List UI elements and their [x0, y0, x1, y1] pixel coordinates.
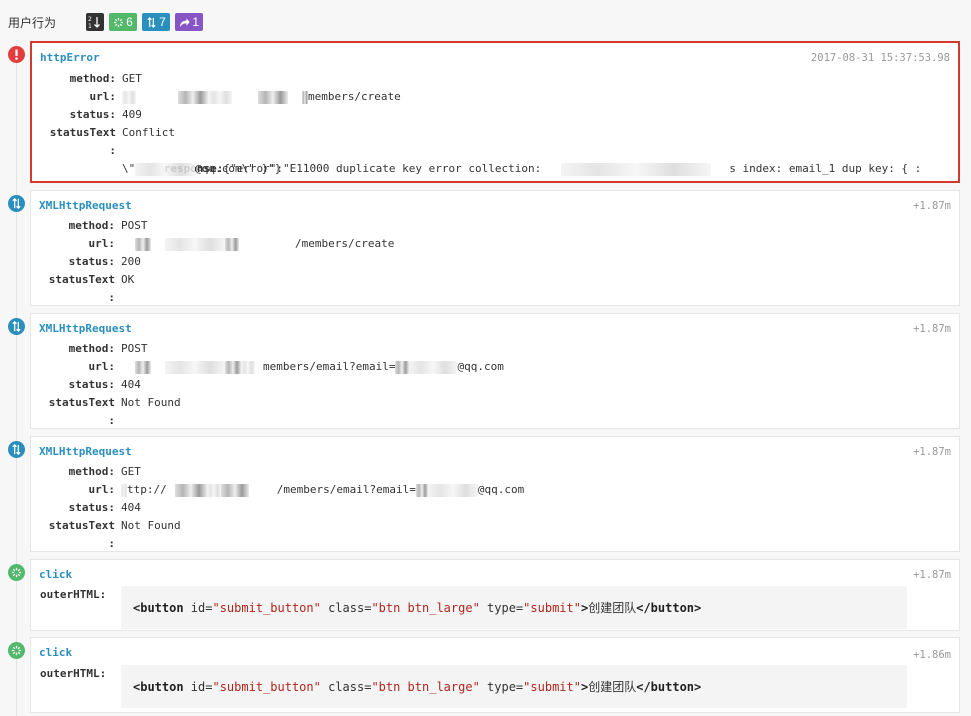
event-title: XMLHttpRequest [39, 199, 132, 212]
label-colon: : [109, 144, 116, 157]
field-outer-html: outerHTML: [31, 665, 112, 683]
event-timestamp: +1.86m [913, 649, 951, 661]
sort-icon: 2 1 [88, 16, 100, 29]
svg-text:1: 1 [88, 23, 92, 29]
label-status: status: [69, 108, 116, 121]
event-timestamp: +1.87m [913, 569, 951, 581]
event-timestamp: +1.87m [913, 446, 951, 458]
event-title: XMLHttpRequest [39, 322, 132, 335]
value-status-text: Not Found [121, 519, 181, 532]
xhr-count: 7 [159, 15, 166, 29]
event-card-xhr[interactable]: XMLHttpRequest +1.87m method: POST url: … [30, 190, 960, 306]
sort-order-button[interactable]: 2 1 [86, 13, 104, 31]
value-url: ttp:///members/email?email= @qq.com [121, 481, 524, 499]
click-icon [8, 564, 25, 581]
field-method: method: GET [32, 70, 142, 88]
xhr-icon [8, 441, 25, 458]
field-url: url: /members/create [31, 235, 394, 253]
value-url: members/create [122, 88, 401, 106]
value-url: members/email?email= @qq.com [121, 358, 504, 376]
field-status: status: 404 [31, 499, 141, 517]
event-title: click [39, 568, 73, 581]
event-timestamp: +1.87m [913, 200, 951, 212]
field-outer-html: outerHTML: [31, 586, 112, 604]
share-arrow-icon [180, 17, 190, 27]
value-method: POST [121, 342, 148, 355]
field-colon: : [108, 537, 115, 550]
field-status: status: 404 [31, 376, 141, 394]
value-status-text: OK [121, 273, 135, 286]
field-status-text: statusText OK [31, 271, 134, 289]
section-title: 用户行为 [8, 15, 57, 30]
field-colon: : [108, 291, 115, 304]
outer-html-code: <button id="submit_button" class="btn bt… [121, 586, 907, 629]
value-status: 409 [122, 108, 142, 121]
field-colon: : [108, 414, 115, 427]
svg-text:2: 2 [88, 16, 92, 23]
event-card-xhr[interactable]: XMLHttpRequest +1.87m method: GET url: t… [30, 436, 960, 552]
response-line-2: \" @qq.com\" }"} [122, 162, 282, 176]
outer-html-code: <button id="submit_button" class="btn bt… [121, 665, 907, 708]
field-url: url: members/email?email= @qq.com [31, 358, 504, 376]
field-method: method: POST [31, 340, 148, 358]
label-method: method: [69, 72, 116, 85]
field-status-text: statusText Not Found [31, 517, 181, 535]
exchange-icon [147, 16, 156, 28]
event-title: httpError [40, 51, 100, 64]
value-status: 404 [121, 378, 141, 391]
value-method: GET [122, 72, 142, 85]
label-outer-html: outerHTML: [40, 667, 107, 680]
label-status-text: statusText [49, 126, 116, 139]
xhr-icon [8, 195, 25, 212]
error-icon [8, 46, 25, 63]
value-status: 404 [121, 501, 141, 514]
click-filter-badge[interactable]: 6 [109, 13, 137, 31]
value-status-text: Conflict [122, 126, 175, 139]
field-status-text: statusText Conflict [32, 124, 175, 142]
event-card-click[interactable]: click +1.87m outerHTML: <button id="subm… [30, 559, 960, 631]
user-behavior-header: 用户行为 2 1 6 7 1 [8, 12, 208, 32]
timeline-line [16, 44, 17, 716]
event-title: click [39, 646, 73, 659]
event-title: XMLHttpRequest [39, 445, 132, 458]
value-status: 200 [121, 255, 141, 268]
field-url: url: members/create [32, 88, 401, 106]
field-status: status: 200 [31, 253, 141, 271]
event-card-xhr[interactable]: XMLHttpRequest +1.87m method: POST url: … [30, 313, 960, 429]
event-card-click[interactable]: click +1.86m outerHTML: <button id="subm… [30, 637, 960, 713]
click-count: 6 [126, 15, 133, 29]
event-timestamp: 2017-08-31 15:37:53.98 [810, 52, 950, 64]
click-icon [114, 17, 124, 27]
label-outer-html: outerHTML: [40, 588, 107, 601]
value-status-text: Not Found [121, 396, 181, 409]
navigation-count: 1 [192, 15, 199, 29]
value-method: GET [121, 465, 141, 478]
value-url: /members/create [121, 235, 394, 253]
field-url: url: ttp:///members/email?email= @qq.com [31, 481, 524, 499]
value-method: POST [121, 219, 148, 232]
navigation-filter-badge[interactable]: 1 [175, 13, 203, 31]
field-status-text: statusText Not Found [31, 394, 181, 412]
field-status: status: 409 [32, 106, 142, 124]
xhr-filter-badge[interactable]: 7 [142, 13, 170, 31]
xhr-icon [8, 318, 25, 335]
event-card-http-error[interactable]: httpError 2017-08-31 15:37:53.98 method:… [30, 41, 960, 183]
field-method: method: GET [31, 463, 141, 481]
label-url: url: [89, 90, 117, 103]
field-method: method: POST [31, 217, 148, 235]
click-icon [8, 642, 25, 659]
event-timestamp: +1.87m [913, 323, 951, 335]
